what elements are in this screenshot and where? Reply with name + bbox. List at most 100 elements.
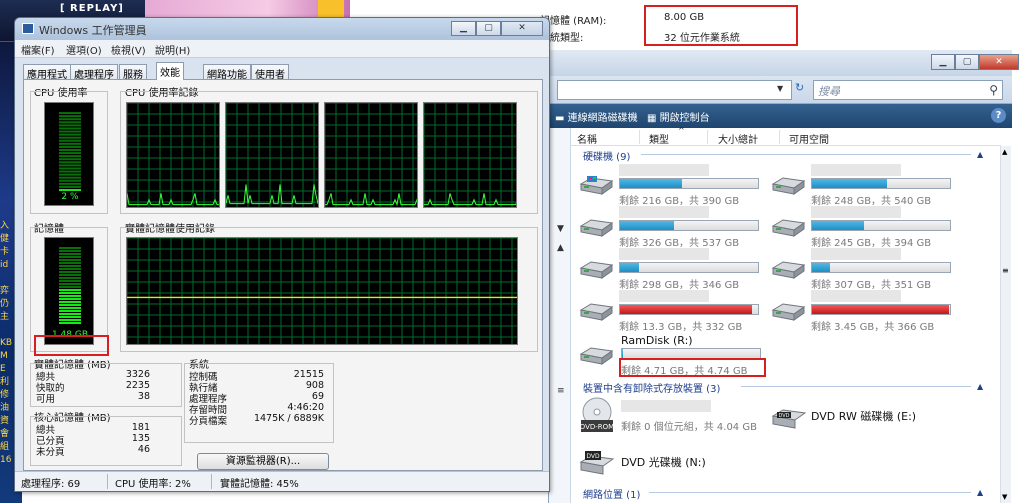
- group-divider: [641, 154, 971, 155]
- maximize-button[interactable]: ▢: [955, 54, 979, 70]
- drive-tile[interactable]: 剩餘 216 GB，共 390 GB: [579, 164, 769, 207]
- help-icon[interactable]: ?: [991, 108, 1006, 123]
- navigation-pane: ▼ ▲ ≡: [549, 128, 571, 503]
- vertical-scrollbar[interactable]: ▲ ≡ ▼: [1000, 146, 1011, 503]
- chevron-up-icon[interactable]: ▲: [977, 150, 983, 159]
- chevron-down-icon[interactable]: ▼: [557, 224, 564, 234]
- cpu-meter-segment: [59, 167, 81, 170]
- tab-services[interactable]: 服務: [119, 64, 147, 81]
- menu-help[interactable]: 說明(H): [155, 42, 190, 57]
- cpu-meter-segment: [59, 155, 81, 158]
- chevron-down-icon[interactable]: ▼: [777, 84, 783, 93]
- search-icon[interactable]: ⚲: [989, 83, 998, 97]
- column-free-space[interactable]: 可用空間: [789, 131, 829, 146]
- drive-dvd-rw[interactable]: DVD DVD RW 磁碟機 (E:): [771, 402, 961, 442]
- tab-performance[interactable]: 效能: [156, 62, 184, 80]
- scroll-up-arrow-icon[interactable]: ▲: [1002, 148, 1007, 156]
- drive-tile[interactable]: 剩餘 245 GB，共 394 GB: [771, 206, 961, 249]
- kernel-nonpaged-label: 未分頁: [36, 447, 65, 458]
- menu-view[interactable]: 檢視(V): [111, 42, 146, 57]
- column-separator[interactable]: [639, 130, 640, 144]
- system-threads-value: 908: [305, 380, 324, 391]
- maximize-button[interactable]: ▢: [476, 21, 501, 36]
- cpu-meter-segment-lit: [59, 189, 81, 191]
- minimize-button[interactable]: ▁: [931, 54, 955, 70]
- map-drive-button[interactable]: ▬ 連線網路磁碟機: [555, 109, 638, 124]
- menu-bar: 檔案(F) 選項(O) 檢視(V) 說明(H): [15, 40, 549, 58]
- hard-drive-icon: [579, 219, 613, 237]
- tab-users[interactable]: 使用者: [251, 64, 289, 81]
- drive-dvd-n[interactable]: DVD DVD 光碟機 (N:): [579, 446, 769, 486]
- sort-up-icon: ^: [678, 126, 685, 135]
- drive-usage-fill: [812, 263, 830, 272]
- group-header-hdd[interactable]: 硬碟機 (9): [583, 148, 630, 163]
- system-pagefile-label: 分頁檔案: [189, 416, 228, 427]
- chevron-up-icon[interactable]: ▲: [977, 382, 983, 391]
- drive-dvd-rom[interactable]: DVD-ROM 剩餘 0 個位元組，共 4.04 GB: [579, 396, 769, 436]
- memory-meter-segment: [59, 265, 81, 267]
- search-input[interactable]: 搜尋 ⚲: [813, 80, 1003, 100]
- control-panel-button[interactable]: ▦ 開啟控制台: [647, 109, 710, 124]
- dvd-rom-icon: DVD-ROM: [580, 397, 614, 432]
- status-memory: 實體記憶體: 45%: [220, 479, 299, 490]
- splitter-handle-icon[interactable]: ≡: [557, 386, 565, 396]
- column-name[interactable]: 名稱: [577, 131, 597, 146]
- cpu-history-graph-core-4: [423, 102, 517, 208]
- chevron-up-icon[interactable]: ▲: [977, 488, 983, 497]
- drive-tile[interactable]: 剩餘 248 GB，共 540 GB: [771, 164, 961, 207]
- memory-meter-segment: [59, 286, 81, 288]
- cpu-meter-segment: [59, 173, 81, 176]
- hard-drive-icon: [771, 261, 805, 279]
- memory-meter-segment-lit: [59, 295, 81, 297]
- status-processes: 處理程序: 69: [21, 479, 81, 490]
- cpu-usage-value: 2 %: [61, 192, 79, 202]
- drive-tile[interactable]: 剩餘 298 GB，共 346 GB: [579, 248, 769, 291]
- column-type[interactable]: 類型: [649, 131, 669, 146]
- cpu-meter-segment: [59, 185, 81, 188]
- column-total-size[interactable]: 大小總計: [718, 131, 758, 146]
- scroll-down-arrow-icon[interactable]: ▼: [1002, 493, 1007, 501]
- resource-monitor-button[interactable]: 資源監視器(R)...: [197, 453, 329, 470]
- drive-tile[interactable]: 剩餘 3.45 GB，共 366 GB: [771, 290, 961, 333]
- menu-file[interactable]: 檔案(F): [21, 42, 55, 57]
- drive-info: 剩餘 216 GB，共 390 GB: [619, 196, 740, 207]
- drive-tile[interactable]: 剩餘 326 GB，共 537 GB: [579, 206, 769, 249]
- cpu-history-core-1-graphic: [127, 103, 219, 207]
- system-processes-value: 69: [311, 391, 324, 402]
- cpu-meter-segment: [59, 170, 81, 173]
- cpu-meter-segment: [59, 139, 81, 142]
- memory-meter-segment: [59, 262, 81, 264]
- refresh-icon[interactable]: ↻: [795, 81, 811, 99]
- cpu-meter-segment: [59, 133, 81, 136]
- highlight-box-ram: [644, 5, 798, 46]
- scroll-up-arrow-icon[interactable]: ▲: [557, 243, 564, 253]
- group-divider: [741, 386, 971, 387]
- close-button[interactable]: ✕: [979, 54, 1019, 70]
- cpu-history-trace: [226, 184, 318, 205]
- task-manager-caption-buttons: ▁ ▢ ✕: [451, 21, 543, 36]
- group-header-network[interactable]: 網路位置 (1): [583, 486, 640, 501]
- drive-dvd-rw-name: DVD RW 磁碟機 (E:): [811, 410, 917, 423]
- task-manager-titlebar[interactable]: Windows 工作管理員 ▁ ▢ ✕: [15, 18, 549, 40]
- memory-meter-segment: [59, 259, 81, 261]
- scroll-grip-icon[interactable]: ≡: [1002, 266, 1009, 275]
- drive-tile[interactable]: 剩餘 307 GB，共 351 GB: [771, 248, 961, 291]
- column-separator[interactable]: [707, 130, 708, 144]
- status-bar: 處理程序: 69 CPU 使用率: 2% 實體記憶體: 45%: [15, 471, 549, 491]
- drive-usage-fill: [620, 263, 640, 272]
- tab-applications[interactable]: 應用程式: [23, 64, 71, 81]
- system-uptime-value: 4:46:20: [287, 402, 324, 413]
- drive-tile[interactable]: 剩餘 13.3 GB，共 332 GB: [579, 290, 769, 333]
- explorer-titlebar[interactable]: ▁ ▢ ✕: [549, 50, 1019, 76]
- minimize-button[interactable]: ▁: [451, 21, 476, 36]
- menu-options[interactable]: 選項(O): [66, 42, 102, 57]
- address-input[interactable]: [557, 80, 792, 100]
- drive-info: 剩餘 326 GB，共 537 GB: [619, 238, 740, 249]
- column-separator[interactable]: [779, 130, 780, 144]
- memory-meter-segment: [59, 271, 81, 273]
- close-button[interactable]: ✕: [501, 21, 543, 36]
- tab-networking[interactable]: 網路功能: [203, 64, 251, 81]
- tab-processes[interactable]: 處理程序: [70, 64, 118, 81]
- group-header-removable[interactable]: 裝置中含有卸除式存放裝置 (3): [583, 380, 720, 395]
- drive-info: 剩餘 3.45 GB，共 366 GB: [811, 322, 935, 333]
